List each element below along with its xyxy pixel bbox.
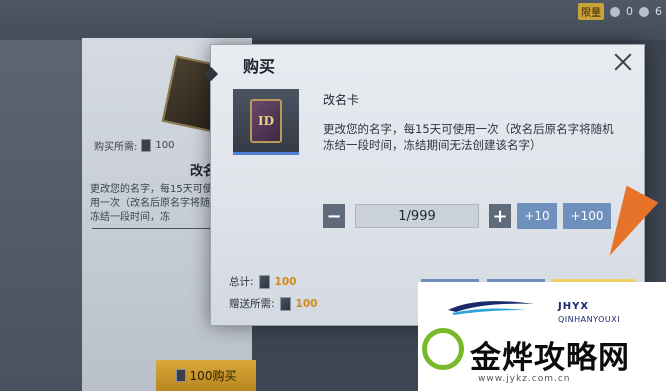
top-bar: 限量 0 6: [0, 0, 666, 40]
increase-button[interactable]: +: [489, 204, 511, 228]
watermark: JHYX QINHANYOUXI 金烨攻略网 www.jykz.com.cn: [418, 282, 666, 391]
currency-area: 限量 0 6: [578, 3, 662, 20]
cost-value: 100: [155, 140, 175, 151]
left-strip: [0, 40, 82, 391]
quantity-field[interactable]: 1/999: [355, 204, 479, 228]
item-name: 改名卡: [323, 93, 360, 107]
coupon-icon: [175, 369, 186, 382]
watermark-brand-sub: QINHANYOUXI: [558, 315, 621, 324]
total-row: 总计: 100: [229, 274, 296, 289]
total-value: 100: [274, 275, 297, 288]
coin-icon: [610, 6, 620, 17]
id-card-text: ID: [257, 114, 275, 128]
coupon-icon: [141, 139, 152, 152]
currency-1-value: 0: [626, 5, 633, 18]
quantity-stepper: − 1/999 + +10 +100: [323, 203, 611, 229]
gift-label: 赠送所需:: [229, 298, 275, 310]
cost-row: 购买所需: 100: [94, 138, 174, 153]
buy-button-bg[interactable]: 100购买: [156, 360, 256, 391]
close-icon[interactable]: [612, 51, 634, 73]
coin-icon: [639, 6, 649, 17]
dialog-header: 购买: [203, 45, 644, 82]
item-description: 更改您的名字，每15天可使用一次（改名后原名字将随机冻结一段时间，冻结期间无法创…: [323, 122, 614, 152]
buy-button-label: 100购买: [189, 369, 237, 383]
swoosh-logo-icon: [448, 301, 534, 315]
item-desc-bg: 更改您的名字，每15天可使用一次（改名后原名字将随机冻结一段时间，冻: [90, 184, 220, 223]
leaf-circle-icon: [422, 328, 464, 370]
coupon-icon: [279, 296, 291, 311]
id-card-icon: ID: [250, 99, 282, 143]
currency-2-value: 6: [655, 5, 662, 18]
cost-label: 购买所需:: [94, 142, 138, 153]
gift-row: 赠送所需: 100: [229, 296, 317, 311]
dialog-title: 购买: [243, 57, 276, 76]
item-thumbnail: ID: [233, 89, 299, 155]
watermark-brand: JHYX: [558, 301, 590, 312]
coupon-icon: [258, 274, 270, 289]
plus-100-button[interactable]: +100: [563, 203, 611, 229]
watermark-url: www.jykz.com.cn: [478, 374, 571, 384]
gift-value: 100: [295, 297, 318, 310]
total-label: 总计:: [229, 276, 254, 288]
vip-badge[interactable]: 限量: [578, 3, 604, 20]
divider: [92, 228, 212, 229]
plus-10-button[interactable]: +10: [517, 203, 557, 229]
watermark-title: 金烨攻略网: [470, 340, 630, 376]
decrease-button[interactable]: −: [323, 204, 345, 228]
